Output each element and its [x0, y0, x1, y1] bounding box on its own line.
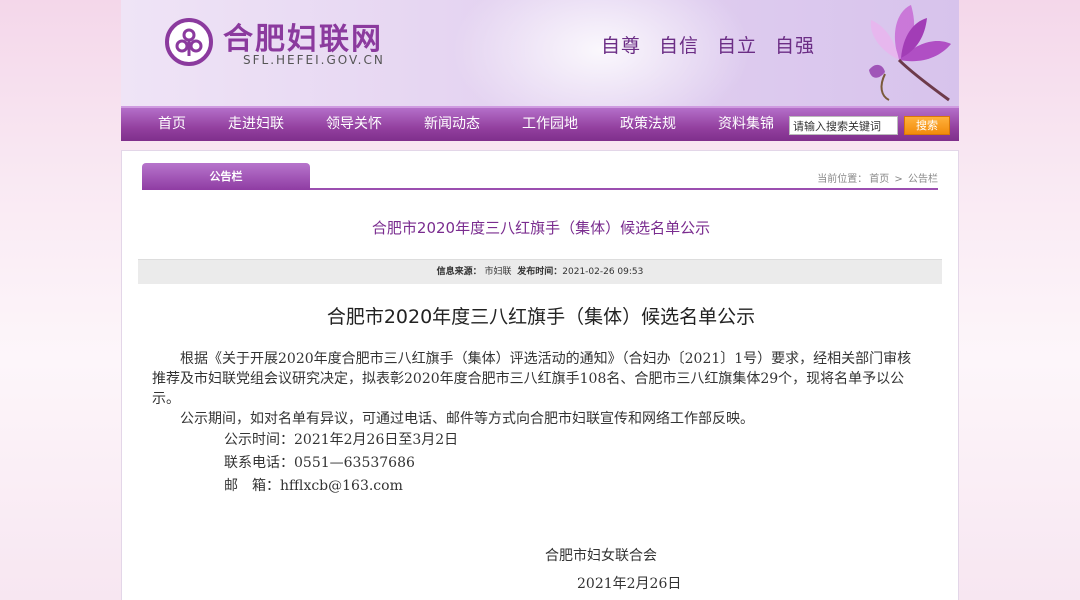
time-value: 2021-02-26 09:53 [562, 267, 644, 277]
notice-period: 公示时间：2021年2月26日至3月2日 [224, 432, 459, 448]
breadcrumb-home[interactable]: 首页 [869, 174, 889, 185]
site-header: 合肥妇联网 SFL.HEFEI.GOV.CN 自尊 自信 自立 自强 [121, 0, 959, 106]
signature-date: 2021年2月26日 [577, 576, 682, 592]
tab-bar: 公告栏 当前位置： 首页 > 公告栏 [142, 163, 938, 190]
search-input[interactable] [789, 116, 898, 135]
nav-item-news[interactable]: 新闻动态 [411, 108, 493, 141]
slogan: 自信 [659, 35, 700, 57]
nav-item-work[interactable]: 工作园地 [509, 108, 591, 141]
nav-item-about[interactable]: 走进妇联 [215, 108, 297, 141]
nav-item-resources[interactable]: 资料集锦 [705, 108, 787, 141]
search-button[interactable]: 搜索 [904, 116, 950, 135]
slogan: 自立 [717, 35, 758, 57]
tab-notice-board[interactable]: 公告栏 [142, 163, 310, 190]
contact-phone: 联系电话：0551—63537686 [224, 455, 415, 471]
source-value: 市妇联 [484, 267, 512, 277]
breadcrumb-separator: > [894, 174, 903, 185]
site-domain: SFL.HEFEI.GOV.CN [243, 53, 385, 67]
site-name[interactable]: 合肥妇联网 [223, 14, 383, 58]
logo-icon[interactable] [165, 18, 213, 66]
contact-email: 邮 箱：hfflxcb@163.com [224, 478, 403, 494]
nav-item-home[interactable]: 首页 [145, 108, 199, 141]
info-bar: 信息来源： 市妇联 发布时间：2021-02-26 09:53 [138, 259, 942, 284]
slogan: 自强 [775, 35, 816, 57]
main-nav: 首页 走进妇联 领导关怀 新闻动态 工作园地 政策法规 资料集锦 搜索 [121, 106, 959, 141]
nav-item-policy[interactable]: 政策法规 [607, 108, 689, 141]
signature: 合肥市妇女联合会 [545, 548, 657, 564]
breadcrumb-prefix: 当前位置： [817, 174, 868, 185]
slogan: 自尊 [601, 35, 642, 57]
slogans: 自尊 自信 自立 自强 [601, 31, 815, 58]
content-panel: 公告栏 当前位置： 首页 > 公告栏 合肥市2020年度三八红旗手（集体）候选名单… [121, 150, 959, 600]
article-paragraph: 根据《关于开展2020年度合肥市三八红旗手（集体）评选活动的通知》（合妇办〔20… [152, 351, 912, 407]
article-paragraph: 公示期间，如对名单有异议，可通过电话、邮件等方式向合肥市妇联宣传和网络工作部反映… [180, 411, 754, 427]
page-title: 合肥市2020年度三八红旗手（集体）候选名单公示 [371, 219, 711, 237]
magnolia-flower-icon [869, 5, 951, 102]
article-body: 根据《关于开展2020年度合肥市三八红旗手（集体）评选活动的通知》（合妇办〔20… [152, 349, 922, 498]
breadcrumb: 当前位置： 首页 > 公告栏 [815, 170, 938, 185]
article-title: 合肥市2020年度三八红旗手（集体）候选名单公示 [326, 306, 756, 328]
source-label: 信息来源： [436, 267, 482, 277]
page: 合肥妇联网 SFL.HEFEI.GOV.CN 自尊 自信 自立 自强 首页 走进… [121, 0, 959, 600]
nav-item-leadership[interactable]: 领导关怀 [313, 108, 395, 141]
breadcrumb-current[interactable]: 公告栏 [908, 174, 938, 185]
time-label: 发布时间： [517, 267, 563, 277]
